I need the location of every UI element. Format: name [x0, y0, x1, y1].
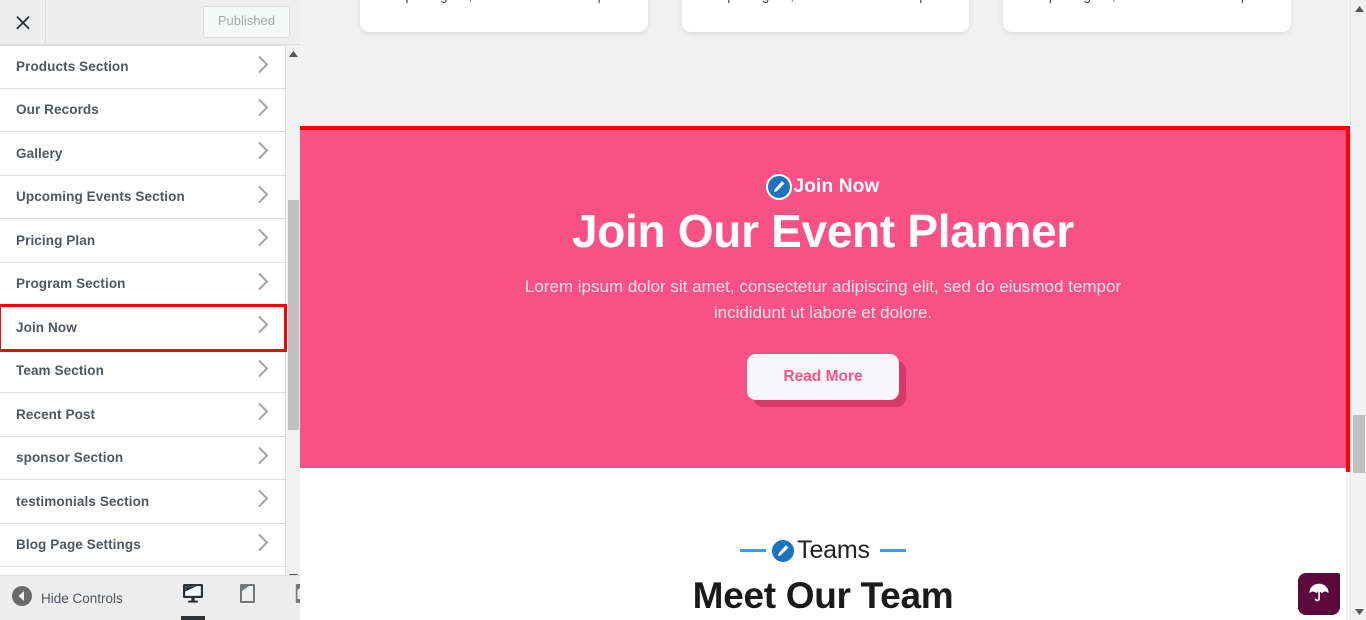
cta-eyebrow: Join Now — [766, 174, 879, 200]
chevron-right-icon — [258, 55, 269, 78]
info-card-text: adipiscing elit, sed do eiusmod tempor. — [388, 0, 621, 6]
hide-controls-label: Hide Controls — [41, 590, 123, 606]
collapse-left-icon — [12, 585, 32, 611]
sidebar-item-label: Team Section — [16, 363, 104, 379]
sidebar-item-program-section[interactable]: Program Section — [0, 262, 285, 306]
close-icon — [15, 14, 31, 30]
sections-panel: Products Section Our Records Gallery Upc… — [0, 45, 300, 575]
customizer-app: Published Products Section Our Records G… — [0, 0, 1366, 620]
read-more-wrapper: Read More — [747, 354, 899, 401]
sidebar-scroll-thumb[interactable] — [288, 200, 299, 430]
chevron-right-icon — [258, 359, 269, 382]
read-more-button[interactable]: Read More — [747, 354, 899, 401]
preview-scroll-down-arrow-icon[interactable] — [1351, 603, 1366, 620]
info-cards-row: adipiscing elit, sed do eiusmod tempor. … — [300, 0, 1351, 32]
teams-section: Teams Meet Our Team — [300, 468, 1346, 620]
accent-dash-right — [879, 549, 906, 552]
chevron-right-icon — [258, 272, 269, 295]
teams-title: Meet Our Team — [692, 575, 954, 616]
device-desktop-button[interactable] — [178, 576, 208, 620]
sidebar-item-label: Our Records — [16, 102, 99, 118]
publish-button[interactable]: Published — [202, 6, 290, 38]
teams-eyebrow: Teams — [740, 536, 906, 565]
chevron-right-icon — [258, 533, 269, 556]
sidebar-item-label: Recent Post — [16, 406, 96, 422]
preview-scroll-thumb[interactable] — [1353, 415, 1365, 473]
sidebar-item-products-section[interactable]: Products Section — [0, 45, 285, 89]
preview-scrollbar[interactable] — [1350, 0, 1366, 620]
sidebar-item-recent-post[interactable]: Recent Post — [0, 393, 285, 437]
sidebar-item-team-section[interactable]: Team Section — [0, 349, 285, 393]
chevron-right-icon — [258, 446, 269, 469]
info-card-text: adipiscing elit, sed do eiusmod tempor. — [1031, 0, 1264, 6]
customizer-sidebar: Published Products Section Our Records G… — [0, 0, 307, 620]
cta-description: Lorem ipsum dolor sit amet, consectetur … — [524, 276, 1122, 322]
sidebar-item-pricing-plan[interactable]: Pricing Plan — [0, 219, 285, 263]
chevron-right-icon — [258, 98, 269, 121]
info-card-text: adipiscing elit, sed do eiusmod tempor. — [709, 0, 942, 6]
header-spacer — [46, 0, 203, 44]
chevron-right-icon — [258, 229, 269, 252]
teams-eyebrow-label: Teams — [797, 536, 870, 564]
cta-eyebrow-label: Join Now — [793, 176, 880, 197]
scroll-up-arrow-icon[interactable] — [286, 45, 300, 62]
chevron-right-icon — [258, 316, 269, 339]
info-card[interactable]: adipiscing elit, sed do eiusmod tempor. — [360, 0, 648, 32]
tablet-icon — [239, 583, 256, 609]
sections-list: Products Section Our Records Gallery Upc… — [0, 45, 287, 567]
chevron-right-icon — [258, 185, 269, 208]
info-card[interactable]: adipiscing elit, sed do eiusmod tempor. — [681, 0, 970, 32]
join-now-cta-section[interactable]: Join Now Join Our Event Planner Lorem ip… — [300, 126, 1350, 472]
site-preview-frame: adipiscing elit, sed do eiusmod tempor. … — [300, 0, 1366, 620]
sidebar-item-label: Join Now — [16, 319, 77, 335]
umbrella-icon — [1308, 581, 1330, 608]
close-customizer-button[interactable] — [0, 0, 46, 44]
chevron-right-icon — [258, 142, 269, 165]
device-preview-group — [178, 575, 316, 620]
sidebar-item-gallery[interactable]: Gallery — [0, 132, 285, 176]
chevron-right-icon — [258, 403, 269, 426]
sidebar-item-label: Upcoming Events Section — [16, 189, 185, 205]
device-tablet-button[interactable] — [232, 576, 262, 620]
floating-umbrella-button[interactable] — [1298, 573, 1340, 615]
sidebar-item-label: Gallery — [16, 145, 63, 161]
accent-dash-left — [740, 549, 767, 552]
sidebar-item-upcoming-events-section[interactable]: Upcoming Events Section — [0, 175, 285, 219]
sidebar-item-label: Blog Page Settings — [16, 537, 141, 553]
sidebar-item-sponsor-section[interactable]: sponsor Section — [0, 436, 285, 480]
sidebar-item-label: Products Section — [16, 59, 129, 75]
cta-title: Join Our Event Planner — [571, 205, 1075, 257]
sidebar-item-label: sponsor Section — [16, 450, 124, 466]
sidebar-scrollbar[interactable] — [285, 45, 300, 575]
sidebar-item-join-now[interactable]: Join Now — [0, 304, 287, 352]
scroll-down-arrow-icon[interactable] — [286, 568, 300, 575]
desktop-icon — [182, 583, 204, 608]
pencil-edit-icon[interactable] — [766, 174, 793, 200]
sidebar-item-our-records[interactable]: Our Records — [0, 88, 285, 132]
chevron-right-icon — [258, 490, 269, 513]
customizer-footer: Hide Controls — [0, 575, 307, 620]
pencil-edit-icon[interactable] — [770, 537, 797, 564]
sidebar-item-label: Program Section — [16, 276, 126, 292]
preview-scroll-up-arrow-icon[interactable] — [1351, 0, 1366, 17]
info-card[interactable]: adipiscing elit, sed do eiusmod tempor. — [1003, 0, 1292, 32]
customizer-header: Published — [0, 0, 300, 45]
hide-controls-button[interactable]: Hide Controls — [12, 585, 123, 611]
sidebar-item-testimonials-section[interactable]: testimonials Section — [0, 480, 285, 524]
sidebar-item-blog-page-settings[interactable]: Blog Page Settings — [0, 523, 285, 567]
sidebar-item-label: testimonials Section — [16, 493, 150, 509]
sidebar-item-label: Pricing Plan — [16, 232, 96, 248]
